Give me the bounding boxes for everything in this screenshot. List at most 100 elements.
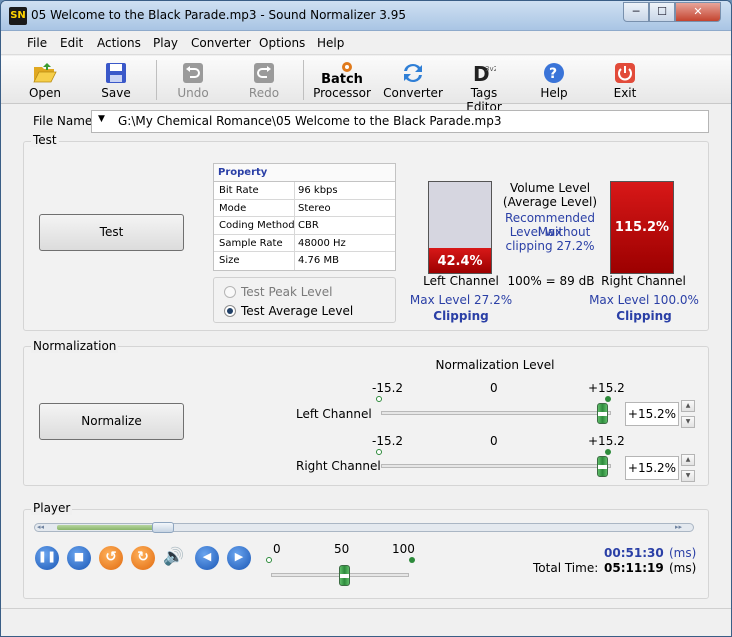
help-question-icon: ? [544, 63, 564, 83]
elapsed-unit: (ms) [669, 546, 697, 560]
redo-icon [254, 63, 274, 83]
exit-button[interactable]: Exit [595, 58, 655, 102]
left-level-input[interactable]: +15.2% [625, 402, 679, 426]
close-button[interactable]: ✕ [675, 2, 721, 22]
left-scale-min: -15.2 [372, 381, 404, 395]
menu-actions[interactable]: Actions [97, 36, 141, 50]
radio-test-average-label[interactable]: Test Average Level [241, 304, 353, 318]
player-group-label: Player [31, 501, 73, 515]
converter-button[interactable]: Converter [382, 58, 444, 102]
radio-test-peak[interactable] [224, 286, 236, 298]
volume-level-sub: (Average Level) [502, 195, 598, 209]
right-scale-min-dot [376, 449, 382, 455]
right-scale-min: -15.2 [372, 434, 404, 448]
left-meter-value: 42.4% [437, 254, 483, 269]
batch-processor-button[interactable]: Batch Processor [310, 58, 374, 102]
help-label: Help [540, 86, 568, 100]
elapsed-time: 00:51:30 [604, 546, 664, 560]
left-normalization-thumb[interactable] [597, 403, 608, 424]
tags-editor-button[interactable]: D3v2 Tags Editor [452, 58, 516, 114]
undo-button[interactable]: Undo [163, 58, 223, 102]
test-button[interactable]: Test [39, 214, 184, 251]
menu-play[interactable]: Play [153, 36, 178, 50]
property-value: 4.76 MB [298, 255, 339, 267]
volume-scale-100: 100 [392, 542, 415, 556]
property-value: 96 kbps [298, 185, 338, 196]
menu-help[interactable]: Help [317, 36, 344, 50]
speaker-icon[interactable]: 🔊 [163, 547, 184, 567]
help-button[interactable]: ? Help [524, 58, 584, 102]
file-name-value: G:\My Chemical Romance\05 Welcome to the… [118, 114, 502, 128]
stop-button[interactable]: ■ [67, 546, 91, 570]
left-scale-max: +15.2 [588, 381, 625, 395]
maximize-button[interactable]: ☐ [649, 2, 675, 22]
redo-button[interactable]: Redo [234, 58, 294, 102]
open-button[interactable]: Open [15, 58, 75, 102]
left-clipping-label: Clipping [433, 309, 489, 323]
table-row: Coding Method CBR [214, 217, 395, 235]
property-value: CBR [298, 220, 319, 232]
previous-button[interactable]: ◀ [195, 546, 219, 570]
norm-right-channel-label: Right Channel [296, 459, 381, 473]
seek-thumb[interactable] [152, 522, 174, 533]
left-max-level: Max Level 27.2% [409, 293, 513, 307]
seek-start-icon[interactable]: ◂◂ [37, 523, 44, 531]
menu-file[interactable]: File [27, 36, 47, 50]
right-meter-value: 115.2% [614, 220, 670, 235]
right-level-down-button[interactable]: ▼ [681, 470, 695, 482]
folder-open-icon [33, 63, 57, 83]
chevron-down-icon[interactable]: ▼ [98, 114, 105, 124]
property-key: Coding Method [219, 220, 295, 232]
title-bar[interactable]: SN 05 Welcome to the Black Parade.mp3 - … [1, 1, 731, 31]
save-label: Save [101, 86, 131, 100]
property-key: Bit Rate [219, 185, 259, 196]
undo-icon [183, 63, 203, 83]
table-row: Mode Stereo [214, 200, 395, 218]
radio-test-peak-label[interactable]: Test Peak Level [241, 285, 332, 299]
left-level-up-button[interactable]: ▲ [681, 400, 695, 412]
converter-label: Converter [383, 86, 443, 100]
property-value: Stereo [298, 202, 331, 214]
normalization-level-label: Normalization Level [435, 358, 555, 372]
menu-converter[interactable]: Converter [191, 36, 251, 50]
recommended-label-3: clipping 27.2% [505, 239, 595, 253]
right-level-input[interactable]: +15.2% [625, 456, 679, 480]
toolbar-separator [303, 60, 304, 100]
left-scale-max-dot [605, 396, 611, 402]
right-clipping-label: Clipping [616, 309, 672, 323]
property-key: Size [219, 255, 240, 267]
file-name-label: File Name: [33, 114, 97, 128]
minimize-button[interactable]: ─ [623, 2, 649, 22]
right-normalization-thumb[interactable] [597, 456, 608, 477]
menu-edit[interactable]: Edit [60, 36, 83, 50]
left-level-down-button[interactable]: ▼ [681, 416, 695, 428]
next-button[interactable]: ▶ [227, 546, 251, 570]
table-row: Sample Rate 48000 Hz [214, 235, 395, 253]
right-channel-meter: 115.2% [610, 181, 674, 274]
normalize-button[interactable]: Normalize [39, 403, 184, 440]
right-level-up-button[interactable]: ▲ [681, 454, 695, 466]
radio-test-average[interactable] [224, 305, 236, 317]
floppy-disk-icon [106, 63, 126, 83]
left-normalization-slider[interactable] [381, 411, 611, 415]
forward-button[interactable]: ↻ [131, 546, 155, 570]
seek-end-icon[interactable]: ▸▸ [675, 523, 682, 531]
left-scale-mid: 0 [490, 381, 498, 395]
rewind-button[interactable]: ↺ [99, 546, 123, 570]
volume-level-label: Volume Level [509, 181, 591, 195]
menu-options[interactable]: Options [259, 36, 305, 50]
processor-label: Processor [313, 86, 371, 100]
power-icon [615, 63, 635, 83]
file-name-combobox[interactable]: ▼ G:\My Chemical Romance\05 Welcome to t… [91, 110, 709, 133]
volume-min-dot [266, 557, 272, 563]
toolbar-separator [156, 60, 157, 100]
window-title: 05 Welcome to the Black Parade.mp3 - Sou… [31, 8, 406, 22]
save-button[interactable]: Save [86, 58, 146, 102]
open-label: Open [28, 86, 62, 100]
recommended-label-2: Level without [509, 225, 591, 239]
pause-button[interactable]: ❚❚ [35, 546, 59, 570]
right-normalization-slider[interactable] [381, 464, 611, 468]
volume-thumb[interactable] [339, 565, 350, 586]
main-window: SN 05 Welcome to the Black Parade.mp3 - … [0, 0, 732, 637]
volume-max-dot [409, 557, 415, 563]
